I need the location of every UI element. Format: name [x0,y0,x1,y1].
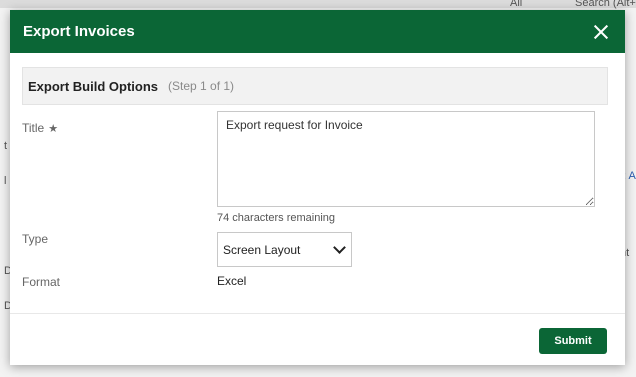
char-count: 74 characters remaining [217,212,336,224]
required-star-icon: ★ [48,123,59,135]
background-topbar [0,0,636,8]
background-hint: All [510,0,523,9]
section-step: (Step 1 of 1) [168,79,235,93]
section-title: Export Build Options [28,78,158,94]
submit-button[interactable]: Submit [539,328,607,354]
chevron-down-icon [333,241,346,254]
dialog-header: Export Invoices [10,10,625,53]
background-hint: t [4,140,8,152]
footer-divider [10,313,625,314]
dialog-title: Export Invoices [23,23,135,40]
background-hint: l [4,175,7,187]
title-label: Title ★ [22,121,58,135]
export-invoices-dialog: Export Invoices Export Build Options (St… [10,10,625,365]
type-selected-value: Screen Layout [223,242,301,257]
close-icon[interactable] [591,22,611,42]
title-textarea[interactable]: Export request for Invoice [217,111,595,207]
section-header: Export Build Options (Step 1 of 1) [22,67,608,105]
type-label: Type [22,232,49,246]
title-label-text: Title [22,121,45,135]
format-label: Format [22,275,61,289]
type-select[interactable]: Screen Layout [217,232,352,267]
background-search: Search (Alt+ [575,0,636,9]
format-value: Excel [217,274,247,288]
